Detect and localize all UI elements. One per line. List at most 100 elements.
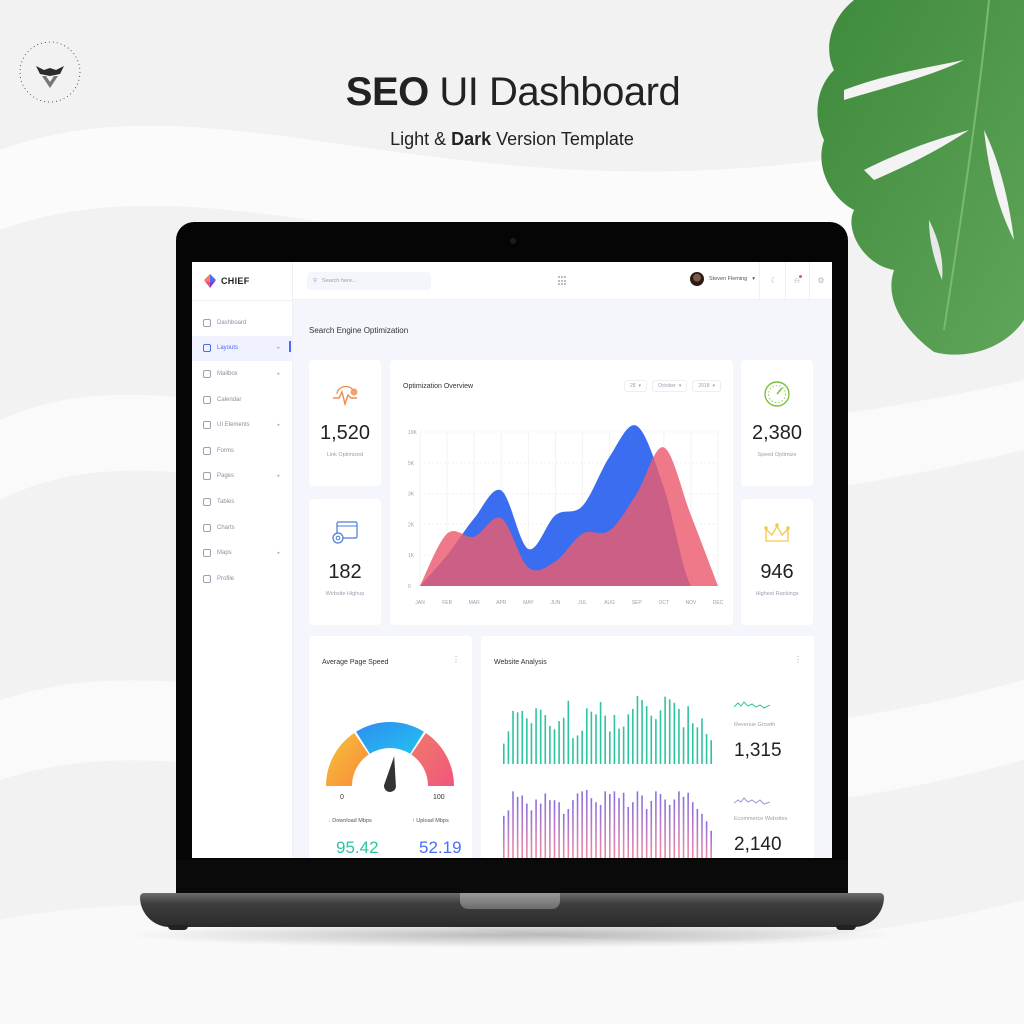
- ecommerce-bar: [650, 800, 653, 858]
- sidebar-item-profile[interactable]: Profile: [192, 566, 293, 592]
- profile-icon: [203, 574, 211, 583]
- revenue-bar: [650, 715, 653, 764]
- revenue-bar: [562, 717, 565, 764]
- revenue-bar: [521, 710, 524, 764]
- topbar-divider: [759, 262, 760, 300]
- layout-icon: [203, 344, 211, 353]
- chevron-right-icon: ▸: [277, 345, 280, 352]
- revenue-bar: [590, 711, 593, 764]
- sidebar-item-label: UI Elements: [217, 422, 250, 429]
- search-input[interactable]: ⚲ Search here...: [307, 272, 431, 290]
- sidebar-item-label: Charts: [217, 524, 235, 531]
- promo-subtitle-post: Version Template: [491, 129, 634, 149]
- revenue-bar: [645, 706, 648, 764]
- revenue-bar: [553, 729, 556, 764]
- sidebar-item-calendar[interactable]: Calendar: [192, 387, 293, 413]
- promo-title-rest: UI Dashboard: [428, 70, 681, 114]
- revenue-sparkline-icon: [734, 701, 770, 709]
- download-value: 95.42: [336, 838, 379, 857]
- x-tick-label: AUG: [604, 600, 615, 606]
- sidebar-item-pages[interactable]: Pages ▸: [192, 464, 293, 490]
- moon-icon[interactable]: ☾: [769, 276, 779, 286]
- stat-label: Link Optimized: [326, 452, 364, 458]
- revenue-bar: [549, 725, 551, 764]
- ecommerce-bar: [710, 830, 712, 858]
- topbar-divider: [809, 262, 810, 300]
- y-tick-label: 2K: [408, 522, 415, 528]
- ecommerce-bar: [526, 803, 528, 858]
- revenue-bar: [627, 714, 630, 764]
- sidebar-item-dashboard[interactable]: Dashboard: [192, 310, 293, 336]
- x-tick-label: MAR: [469, 600, 481, 606]
- chevron-right-icon: ▸: [277, 473, 280, 480]
- ecommerce-bar: [691, 802, 694, 858]
- user-menu[interactable]: Steven Fleming ▾: [690, 272, 755, 286]
- x-tick-label: DEC: [713, 600, 724, 606]
- ecommerce-bar: [696, 809, 699, 858]
- ecommerce-bar: [701, 813, 703, 858]
- gear-icon[interactable]: ⚙: [816, 276, 826, 286]
- revenue-bar: [539, 709, 542, 764]
- optimization-overview-card: Optimization Overview 28 ▾ October ▾ 2018 ▾…: [390, 360, 733, 625]
- ecommerce-bar: [636, 791, 639, 858]
- ecommerce-bar: [618, 798, 620, 858]
- sidebar-item-mailbox[interactable]: Mailbox ▸: [192, 361, 293, 387]
- ecommerce-bar: [655, 791, 657, 858]
- revenue-bar: [503, 743, 505, 764]
- sidebar-item-layouts[interactable]: Layouts ▸: [192, 335, 293, 362]
- x-tick-label: JAN: [415, 600, 425, 606]
- stat-value: 946: [760, 561, 794, 583]
- bell-icon[interactable]: ⍾: [792, 275, 802, 286]
- revenue-bar: [659, 710, 662, 764]
- y-tick-label: 0: [408, 584, 411, 590]
- sidebar-item-charts[interactable]: Charts: [192, 515, 293, 541]
- tables-icon: [203, 497, 211, 506]
- arrow-down-icon: ↓: [328, 818, 331, 824]
- gauge-max-label: 100: [433, 794, 445, 801]
- ecommerce-bar: [530, 810, 533, 858]
- sidebar-item-label: Profile: [217, 575, 235, 582]
- ecommerce-bar: [604, 791, 606, 858]
- laptop-foot-right: [836, 925, 856, 930]
- revenue-bar: [595, 714, 597, 764]
- ecommerce-bar: [512, 791, 514, 858]
- laptop-foot-left: [168, 925, 188, 930]
- ecommerce-bar: [521, 795, 524, 858]
- revenue-bar: [678, 708, 680, 764]
- stat-card-speed-optimize: 2,380 Speed Optimize: [741, 360, 813, 486]
- brand-logo[interactable]: CHIEF: [204, 274, 250, 288]
- gauge-segment: [356, 722, 424, 754]
- revenue-bar: [664, 696, 666, 764]
- topbar-divider: [785, 262, 786, 300]
- ecommerce-bar: [627, 807, 630, 858]
- stat-card-highest-rankings: 946 Highest Rankings: [741, 499, 813, 625]
- promo-subtitle-pre: Light &: [390, 129, 452, 149]
- gauge-min-label: 0: [340, 794, 344, 801]
- ecommerce-bar: [613, 791, 616, 858]
- upload-value: 52.19: [419, 838, 462, 857]
- ecommerce-bar: [581, 791, 583, 858]
- x-tick-label: FEB: [442, 600, 452, 606]
- gauge-needle: [384, 756, 396, 792]
- heartbeat-icon: [333, 385, 358, 407]
- sidebar-item-ui-elements[interactable]: UI Elements ▸: [192, 412, 293, 438]
- ecommerce-sparkline-icon: [734, 797, 770, 805]
- ecommerce-bar: [562, 813, 565, 858]
- sidebar-item-forms[interactable]: Forms: [192, 438, 293, 464]
- ecommerce-bar: [678, 791, 680, 858]
- x-tick-label: NOV: [685, 600, 697, 606]
- forms-icon: [203, 446, 211, 455]
- ecommerce-bar: [673, 799, 676, 858]
- ecommerce-bar: [645, 809, 648, 858]
- ecommerce-bar: [687, 792, 689, 858]
- stat-label: Highest Rankings: [755, 591, 799, 597]
- ecommerce-bar: [590, 798, 593, 858]
- sidebar-item-tables[interactable]: Tables: [192, 489, 293, 515]
- revenue-bar: [585, 708, 588, 764]
- revenue-bar: [526, 718, 528, 764]
- apps-grid-icon[interactable]: [558, 276, 566, 286]
- laptop-bezel-bottom: [176, 860, 848, 893]
- sidebar-item-maps[interactable]: Maps ▸: [192, 540, 293, 566]
- sidebar-item-label: Pages: [217, 473, 235, 480]
- ecommerce-bar: [705, 821, 708, 858]
